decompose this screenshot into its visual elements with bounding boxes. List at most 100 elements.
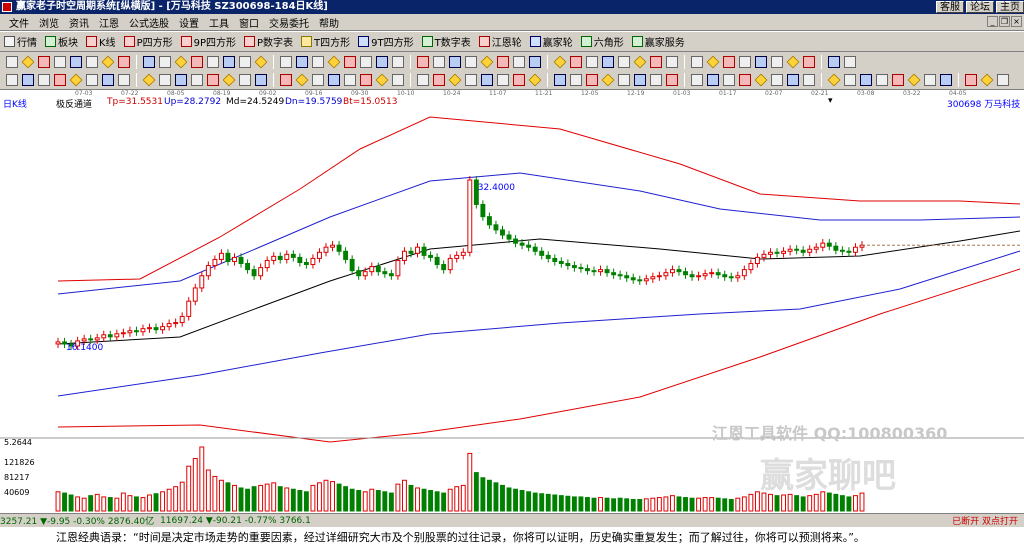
- menu-window[interactable]: 窗口: [234, 15, 264, 30]
- menu-info[interactable]: 资讯: [64, 15, 94, 30]
- tool-icon[interactable]: [618, 74, 630, 86]
- tool-icon[interactable]: [207, 55, 219, 68]
- tool-icon[interactable]: [666, 74, 678, 86]
- tool-icon[interactable]: [6, 55, 18, 68]
- tool-icon[interactable]: [739, 74, 751, 86]
- tool-icon[interactable]: [118, 55, 130, 68]
- tool-icon[interactable]: [554, 74, 566, 86]
- close-icon[interactable]: ×: [1011, 16, 1022, 27]
- tool-icon[interactable]: [70, 55, 82, 68]
- tool-icon[interactable]: [143, 55, 155, 68]
- tool-icon[interactable]: [375, 73, 389, 87]
- tool-icon[interactable]: [86, 55, 98, 68]
- tool-icon[interactable]: [223, 55, 235, 68]
- tool-icon[interactable]: [650, 74, 662, 86]
- tool-icon[interactable]: [327, 55, 341, 68]
- tool-icon[interactable]: [254, 55, 268, 68]
- menu-browse[interactable]: 浏览: [34, 15, 64, 30]
- menu-help[interactable]: 帮助: [314, 15, 344, 30]
- tool-icon[interactable]: [417, 55, 429, 68]
- tool-icon[interactable]: [513, 74, 525, 86]
- menu-file[interactable]: 文件: [4, 15, 34, 30]
- tool-icon[interactable]: [844, 74, 856, 86]
- menu-trade[interactable]: 交易委托: [264, 15, 314, 30]
- tool-icon[interactable]: [392, 55, 404, 68]
- tool-icon[interactable]: [222, 73, 236, 87]
- toolbar-item-3[interactable]: P四方形: [123, 34, 173, 49]
- service-button[interactable]: 客服: [936, 1, 964, 13]
- tool-icon[interactable]: [965, 74, 977, 86]
- tool-icon[interactable]: [803, 74, 815, 86]
- tool-icon[interactable]: [159, 55, 171, 68]
- tool-icon[interactable]: [529, 55, 541, 68]
- tool-icon[interactable]: [787, 74, 799, 86]
- tool-icon[interactable]: [69, 73, 83, 87]
- tool-icon[interactable]: [601, 73, 615, 87]
- tool-icon[interactable]: [497, 55, 509, 68]
- menu-settings[interactable]: 设置: [174, 15, 204, 30]
- tool-icon[interactable]: [924, 74, 936, 86]
- tool-icon[interactable]: [174, 55, 188, 68]
- tool-icon[interactable]: [118, 74, 130, 86]
- tool-icon[interactable]: [255, 74, 267, 86]
- tool-icon[interactable]: [207, 74, 219, 86]
- tool-icon[interactable]: [666, 55, 678, 68]
- tool-icon[interactable]: [553, 55, 567, 68]
- tool-icon[interactable]: [312, 55, 324, 68]
- toolbar-item-11[interactable]: 六角形: [580, 34, 624, 49]
- toolbar-item-9[interactable]: 江恩轮: [478, 34, 522, 49]
- forum-button[interactable]: 论坛: [966, 1, 994, 13]
- tool-icon[interactable]: [827, 73, 841, 87]
- tool-icon[interactable]: [101, 55, 115, 68]
- menu-gann[interactable]: 江恩: [94, 15, 124, 30]
- tool-icon[interactable]: [876, 74, 888, 86]
- tool-icon[interactable]: [465, 74, 477, 86]
- tool-icon[interactable]: [481, 74, 493, 86]
- tool-icon[interactable]: [433, 74, 445, 86]
- tool-icon[interactable]: [513, 55, 525, 68]
- toolbar-item-4[interactable]: 9P四方形: [180, 34, 236, 49]
- minimize-icon[interactable]: _: [987, 16, 998, 27]
- tool-icon[interactable]: [86, 74, 98, 86]
- tool-icon[interactable]: [739, 55, 751, 68]
- tool-icon[interactable]: [328, 74, 340, 86]
- dropdown-arrow-icon[interactable]: ▾: [828, 96, 833, 106]
- tool-icon[interactable]: [344, 74, 356, 86]
- tool-icon[interactable]: [528, 73, 542, 87]
- toolbar-item-1[interactable]: 板块: [45, 34, 78, 49]
- tool-icon[interactable]: [618, 55, 630, 68]
- tool-icon[interactable]: [980, 73, 994, 87]
- tool-icon[interactable]: [602, 55, 614, 68]
- tool-icon[interactable]: [691, 55, 703, 68]
- toolbar-item-0[interactable]: 行情: [4, 34, 37, 49]
- tool-icon[interactable]: [754, 73, 768, 87]
- toolbar-item-5[interactable]: P数字表: [244, 34, 293, 49]
- tool-icon[interactable]: [755, 55, 767, 68]
- tool-icon[interactable]: [786, 55, 800, 68]
- tool-icon[interactable]: [723, 55, 735, 68]
- tool-icon[interactable]: [828, 55, 840, 68]
- tool-icon[interactable]: [907, 73, 921, 87]
- connection-status[interactable]: 已断开 双点打开: [952, 514, 1018, 527]
- tool-icon[interactable]: [844, 55, 856, 68]
- tool-icon[interactable]: [570, 55, 582, 68]
- tool-icon[interactable]: [448, 73, 462, 87]
- tool-icon[interactable]: [480, 55, 494, 68]
- tool-icon[interactable]: [417, 74, 429, 86]
- tool-icon[interactable]: [54, 55, 66, 68]
- tool-icon[interactable]: [312, 74, 324, 86]
- tool-icon[interactable]: [376, 55, 388, 68]
- tool-icon[interactable]: [634, 74, 646, 86]
- tool-icon[interactable]: [142, 73, 156, 87]
- tool-icon[interactable]: [723, 74, 735, 86]
- menu-formula[interactable]: 公式选股: [124, 15, 174, 30]
- toolbar-item-7[interactable]: 9T四方形: [358, 34, 414, 49]
- tool-icon[interactable]: [296, 55, 308, 68]
- tool-icon[interactable]: [191, 55, 203, 68]
- tool-icon[interactable]: [6, 74, 18, 86]
- restore-icon[interactable]: ❐: [999, 16, 1010, 27]
- tool-icon[interactable]: [570, 74, 582, 86]
- menu-tools[interactable]: 工具: [204, 15, 234, 30]
- tool-icon[interactable]: [803, 55, 815, 68]
- tool-icon[interactable]: [392, 74, 404, 86]
